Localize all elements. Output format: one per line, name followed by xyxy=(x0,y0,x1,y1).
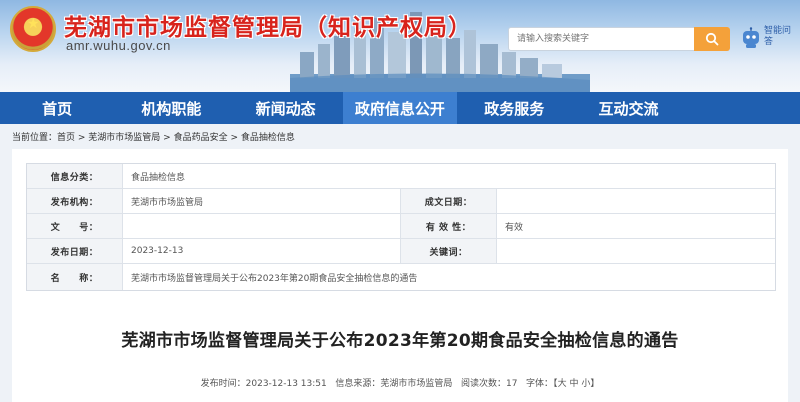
smart-qa-link[interactable]: 智能问答 xyxy=(764,26,794,48)
keywords-value xyxy=(497,239,775,263)
breadcrumb-food-inspection[interactable]: 食品抽检信息 xyxy=(241,133,295,143)
breadcrumb-prefix: 当前位置： xyxy=(12,133,58,143)
breadcrumb-separator: > xyxy=(227,133,241,143)
nav-item-news[interactable]: 新闻动态 xyxy=(229,92,343,124)
search-input[interactable] xyxy=(509,28,695,50)
docno-value xyxy=(123,214,401,238)
info-table: 信息分类： 食品抽检信息 发布机构： 芜湖市市场监管局 成文日期： 文 号： 有… xyxy=(26,163,776,291)
robot-assistant-icon[interactable] xyxy=(740,27,762,49)
keywords-label: 关键词： xyxy=(401,239,497,263)
search-box xyxy=(508,27,730,51)
info-row-name: 名 称： 芜湖市市场监督管理局关于公布2023年第20期食品安全抽检信息的通告 xyxy=(27,264,775,290)
publisher-label: 发布机构： xyxy=(27,189,123,213)
main-nav: 首页 机构职能 新闻动态 政府信息公开 政务服务 互动交流 xyxy=(0,92,800,124)
nav-item-interaction[interactable]: 互动交流 xyxy=(571,92,685,124)
nav-item-organization[interactable]: 机构职能 xyxy=(114,92,228,124)
docno-label: 文 号： xyxy=(27,214,123,238)
font-size-small-button[interactable]: 小 xyxy=(581,379,590,389)
meta-views-label: 阅读次数： xyxy=(460,379,506,389)
site-header: ★ 芜湖市市场监督管理局（知识产权局） amr.wuhu.gov.cn 智能问答 xyxy=(0,0,800,92)
publisher-value: 芜湖市市场监管局 xyxy=(123,189,401,213)
site-title: 芜湖市市场监督管理局（知识产权局） xyxy=(64,15,472,41)
meta-views: 17 xyxy=(505,379,518,389)
nav-item-services[interactable]: 政务服务 xyxy=(457,92,571,124)
site-url: amr.wuhu.gov.cn xyxy=(66,38,171,53)
article-meta: 发布时间：2023-12-13 13:51 信息来源：芜湖市市场监管局 阅读次数… xyxy=(200,379,600,389)
name-value: 芜湖市市场监督管理局关于公布2023年第20期食品安全抽检信息的通告 xyxy=(131,273,418,284)
created-date-value xyxy=(497,189,775,213)
breadcrumb-food-drug-safety[interactable]: 食品药品安全 xyxy=(174,133,228,143)
font-size-large-button[interactable]: 大 xyxy=(558,379,567,389)
breadcrumb: 当前位置：首页 > 芜湖市市场监管局 > 食品药品安全 > 食品抽检信息 xyxy=(12,130,295,143)
national-emblem-logo: ★ xyxy=(10,6,56,52)
category-value: 食品抽检信息 xyxy=(131,172,186,183)
validity-label: 有 效 性： xyxy=(401,214,497,238)
nav-item-home[interactable]: 首页 xyxy=(0,92,114,124)
breadcrumb-home[interactable]: 首页 xyxy=(57,133,75,143)
breadcrumb-separator: > xyxy=(75,133,89,143)
meta-time-label: 发布时间： xyxy=(200,379,246,389)
meta-source: 芜湖市市场监管局 xyxy=(380,379,453,389)
font-size-medium-button[interactable]: 中 xyxy=(569,379,578,389)
info-row-category: 信息分类： 食品抽检信息 xyxy=(27,164,775,189)
meta-size-label: 字体： xyxy=(526,379,554,389)
nav-item-gov-info[interactable]: 政府信息公开 xyxy=(342,92,458,124)
category-label: 信息分类： xyxy=(27,164,123,188)
search-button[interactable] xyxy=(694,27,730,51)
meta-time: 2023-12-13 13:51 xyxy=(245,379,327,389)
breadcrumb-agency[interactable]: 芜湖市市场监管局 xyxy=(88,133,160,143)
validity-value: 有效 xyxy=(505,222,524,233)
created-date-label: 成文日期： xyxy=(401,189,497,213)
name-label: 名 称： xyxy=(27,264,123,290)
info-row-docno: 文 号： 有 效 性： 有效 xyxy=(27,214,775,239)
publish-date-label: 发布日期： xyxy=(27,239,123,263)
publish-date-value: 2023-12-13 xyxy=(123,239,401,263)
meta-source-label: 信息来源： xyxy=(335,379,381,389)
article-title: 芜湖市市场监督管理局关于公布2023年第20期食品安全抽检信息的通告 xyxy=(121,331,679,351)
info-row-publisher: 发布机构： 芜湖市市场监管局 成文日期： xyxy=(27,189,775,214)
breadcrumb-separator: > xyxy=(160,133,174,143)
search-icon xyxy=(705,32,719,46)
content-panel: 信息分类： 食品抽检信息 发布机构： 芜湖市市场监管局 成文日期： 文 号： 有… xyxy=(12,149,788,402)
info-row-date: 发布日期： 2023-12-13 关键词： xyxy=(27,239,775,264)
